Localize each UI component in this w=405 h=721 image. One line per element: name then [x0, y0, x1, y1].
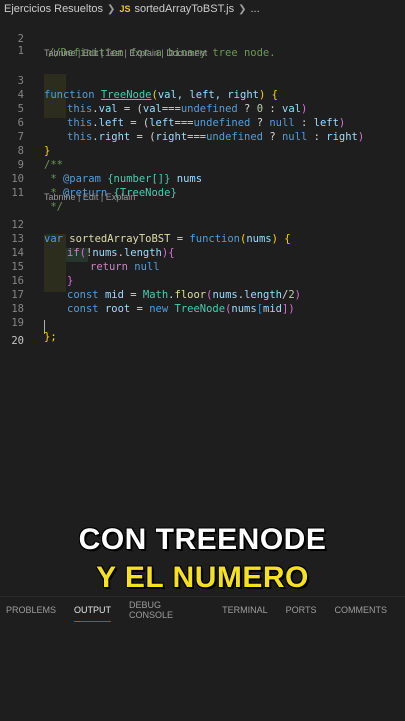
tab-debug-console[interactable]: DEBUG CONSOLE	[129, 594, 204, 626]
code-line: 9 * @param {number[]} nums	[0, 144, 405, 185]
chevron-right-icon: ❯	[238, 3, 247, 15]
code-line: 17 const root = new TreeNode(nums[mid])	[0, 274, 405, 315]
code-line: 11 */	[0, 172, 405, 213]
caption-line-1: CON TREENODE	[78, 523, 327, 556]
code-line: 13 if(!nums.length){	[0, 218, 405, 259]
code-line: 16 const mid = Math.floor(nums.length/2)	[0, 260, 405, 301]
javascript-file-icon: JS	[119, 4, 131, 14]
code-line: 18	[0, 288, 405, 315]
code-line: //Definition for a binary tree node.	[0, 32, 405, 59]
code-line: 6 this.right = (right===undefined ? null…	[0, 102, 405, 143]
code-line: 14 return null	[0, 232, 405, 273]
line-number: 11	[11, 187, 24, 199]
code-line: 20	[0, 320, 405, 347]
codelens[interactable]: Tabnine | Edit | Explain	[44, 191, 135, 203]
code-line: 5 this.left = (left===undefined ? null :…	[0, 88, 405, 129]
text-cursor	[44, 320, 45, 334]
chevron-right-icon: ❯	[107, 3, 116, 15]
code-line: 10 * @return {TreeNode}	[0, 158, 405, 199]
code-line: 8 /**	[0, 130, 405, 171]
code-line: 4 this.val = (val===undefined ? 0 : val)	[0, 74, 405, 115]
caption-line-2: Y EL NUMERO	[96, 561, 309, 594]
tab-ports[interactable]: PORTS	[286, 599, 317, 621]
tab-problems[interactable]: PROBLEMS	[6, 599, 56, 621]
breadcrumb-file[interactable]: sortedArrayToBST.js	[134, 3, 234, 15]
tab-terminal[interactable]: TERMINAL	[222, 599, 268, 621]
breadcrumb-folder[interactable]: Ejercicios Resueltos	[4, 3, 103, 15]
breadcrumb-more[interactable]: ...	[251, 3, 260, 15]
codelens[interactable]: Tabnine | Edit | Test | Explain | Docume…	[44, 47, 207, 59]
tab-comments[interactable]: COMMENTS	[335, 599, 388, 621]
code-editor[interactable]: 1 2 //Definition for a binary tree node.…	[0, 30, 405, 570]
code-line: 19 };	[0, 302, 405, 343]
breadcrumb: Ejercicios Resueltos ❯ JS sortedArrayToB…	[0, 0, 405, 18]
tab-output[interactable]: OUTPUT	[74, 599, 112, 622]
bottom-panel: PROBLEMS OUTPUT DEBUG CONSOLE TERMINAL P…	[0, 596, 405, 721]
code-line: 3 function TreeNode(val, left, right) {	[0, 60, 405, 101]
panel-tabs: PROBLEMS OUTPUT DEBUG CONSOLE TERMINAL P…	[0, 597, 405, 623]
line-number: 20	[11, 335, 24, 347]
code-line: 15 }	[0, 246, 405, 287]
code-line: 7 }	[0, 116, 405, 157]
code-line: 12 var sortedArrayToBST = function(nums)…	[0, 204, 405, 245]
